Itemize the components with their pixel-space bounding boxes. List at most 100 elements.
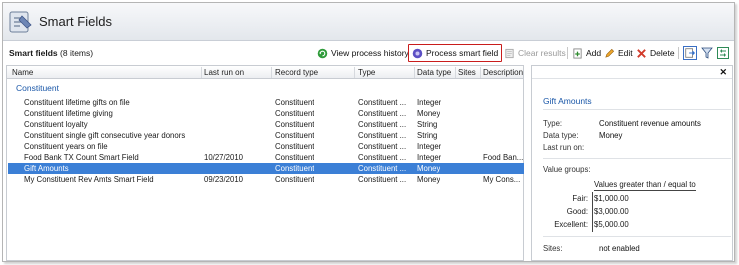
value-groups-header: Values greater than / equal to bbox=[594, 180, 696, 191]
column-header-record-type[interactable]: Record type bbox=[275, 68, 318, 77]
cell-record-type: Constituent bbox=[275, 164, 315, 173]
cell-type: Constituent ... bbox=[358, 153, 407, 162]
toolbar-divider bbox=[678, 47, 679, 59]
panel-divider bbox=[543, 109, 731, 110]
cell-type: Constituent ... bbox=[358, 175, 407, 184]
cell-record-type: Constituent bbox=[275, 153, 315, 162]
clear-icon bbox=[505, 48, 514, 58]
cell-data-type: Integer bbox=[417, 142, 442, 151]
cell-record-type: Constituent bbox=[275, 109, 315, 118]
cell-last-run: 10/27/2010 bbox=[204, 153, 244, 162]
app-icon bbox=[9, 11, 32, 33]
cell-description: Food Ban... bbox=[483, 153, 524, 162]
add-label: Add bbox=[586, 48, 602, 58]
group-value-fair: $1,000.00 bbox=[594, 194, 629, 203]
cell-type: Constituent ... bbox=[358, 142, 407, 151]
cell-name: Constituent lifetime gifts on file bbox=[24, 98, 130, 107]
edit-button[interactable]: Edit bbox=[604, 45, 633, 61]
cell-type: Constituent ... bbox=[358, 109, 407, 118]
refresh-icon bbox=[317, 48, 328, 58]
table-row-selected[interactable]: Gift Amounts Constituent Constituent ...… bbox=[8, 163, 524, 174]
group-value-good: $3,000.00 bbox=[594, 207, 629, 216]
section-heading-label: Smart fields bbox=[9, 48, 58, 58]
cell-data-type: String bbox=[417, 131, 438, 140]
cell-data-type: Money bbox=[417, 164, 441, 173]
column-header-data-type[interactable]: Data type bbox=[417, 68, 451, 77]
cell-type: Constituent ... bbox=[358, 98, 407, 107]
column-header-name[interactable]: Name bbox=[12, 68, 33, 77]
type-label: Type: bbox=[543, 119, 563, 128]
table-row[interactable]: My Constituent Rev Amts Smart Field 09/2… bbox=[8, 174, 524, 185]
edit-label: Edit bbox=[618, 48, 633, 58]
cell-data-type: Money bbox=[417, 109, 441, 118]
value-groups-divider bbox=[592, 192, 593, 232]
cell-name: Constituent single gift consecutive year… bbox=[24, 131, 186, 140]
cell-data-type: Integer bbox=[417, 98, 442, 107]
panel-divider bbox=[543, 236, 731, 237]
add-button[interactable]: Add bbox=[572, 45, 601, 61]
cell-data-type: String bbox=[417, 120, 438, 129]
delete-button[interactable]: Delete bbox=[636, 45, 675, 61]
column-header-type[interactable]: Type bbox=[358, 68, 375, 77]
settings-icon[interactable] bbox=[716, 46, 730, 60]
group-label-excellent: Excellent: bbox=[554, 220, 588, 229]
column-divider bbox=[271, 67, 272, 78]
delete-icon bbox=[637, 48, 646, 58]
cell-record-type: Constituent bbox=[275, 175, 315, 184]
clear-results-label: Clear results bbox=[518, 48, 566, 58]
sites-label: Sites: bbox=[543, 244, 563, 253]
export-icon[interactable] bbox=[683, 46, 697, 60]
cell-data-type: Money bbox=[417, 175, 441, 184]
view-process-history-button[interactable]: View process history bbox=[317, 45, 409, 61]
details-panel: ✕ Gift Amounts Type: Constituent revenue… bbox=[531, 65, 733, 261]
clear-results-button[interactable]: Clear results bbox=[504, 45, 566, 61]
panel-divider bbox=[543, 158, 731, 159]
delete-label: Delete bbox=[650, 48, 675, 58]
close-icon[interactable]: ✕ bbox=[719, 67, 727, 78]
cell-type: Constituent ... bbox=[358, 131, 407, 140]
cell-last-run: 09/23/2010 bbox=[204, 175, 244, 184]
column-header-last-run[interactable]: Last run on bbox=[204, 68, 244, 77]
page-header: Smart Fields bbox=[3, 3, 734, 41]
column-divider bbox=[414, 67, 415, 78]
last-run-label: Last run on: bbox=[543, 143, 585, 152]
cell-name: Constituent lifetime giving bbox=[24, 109, 113, 118]
add-icon bbox=[573, 47, 582, 59]
column-divider bbox=[455, 67, 456, 78]
sites-value: not enabled bbox=[599, 244, 640, 253]
cell-name: Food Bank TX Count Smart Field bbox=[24, 153, 139, 162]
column-header-sites[interactable]: Sites bbox=[458, 68, 476, 77]
data-type-value: Money bbox=[599, 131, 623, 140]
cell-description: My Cons... bbox=[483, 175, 521, 184]
edit-icon bbox=[605, 48, 615, 58]
smart-fields-grid: Name Last run on Record type Type Data t… bbox=[6, 65, 524, 261]
page-title: Smart Fields bbox=[39, 14, 112, 29]
cell-type: Constituent ... bbox=[358, 120, 407, 129]
cell-name: Constituent years on file bbox=[24, 142, 108, 151]
column-header-description[interactable]: Description bbox=[483, 68, 523, 77]
process-icon bbox=[412, 48, 423, 58]
table-row[interactable]: Constituent loyalty Constituent Constitu… bbox=[8, 119, 524, 130]
toolbar-divider bbox=[567, 47, 568, 59]
table-row[interactable]: Constituent single gift consecutive year… bbox=[8, 130, 524, 141]
table-row[interactable]: Constituent years on file Constituent Co… bbox=[8, 141, 524, 152]
process-smart-field-button[interactable]: Process smart field bbox=[408, 44, 503, 62]
group-header-constituent[interactable]: Constituent bbox=[16, 83, 59, 93]
cell-record-type: Constituent bbox=[275, 131, 315, 140]
panel-title: Gift Amounts bbox=[543, 96, 592, 106]
column-divider bbox=[480, 67, 481, 78]
column-divider bbox=[201, 67, 202, 78]
filter-icon[interactable] bbox=[700, 46, 714, 60]
item-count: (8 items) bbox=[60, 48, 94, 58]
toolbar: Smart fields (8 items) View process hist… bbox=[3, 42, 734, 64]
view-process-history-label: View process history bbox=[331, 48, 409, 58]
table-row[interactable]: Constituent lifetime gifts on file Const… bbox=[8, 97, 524, 108]
process-smart-field-label: Process smart field bbox=[426, 48, 499, 58]
group-label-fair: Fair: bbox=[572, 194, 588, 203]
cell-name: Gift Amounts bbox=[24, 164, 69, 173]
section-heading: Smart fields (8 items) bbox=[9, 48, 93, 58]
table-row[interactable]: Constituent lifetime giving Constituent … bbox=[8, 108, 524, 119]
cell-record-type: Constituent bbox=[275, 120, 315, 129]
group-value-excellent: $5,000.00 bbox=[594, 220, 629, 229]
table-row[interactable]: Food Bank TX Count Smart Field 10/27/201… bbox=[8, 152, 524, 163]
